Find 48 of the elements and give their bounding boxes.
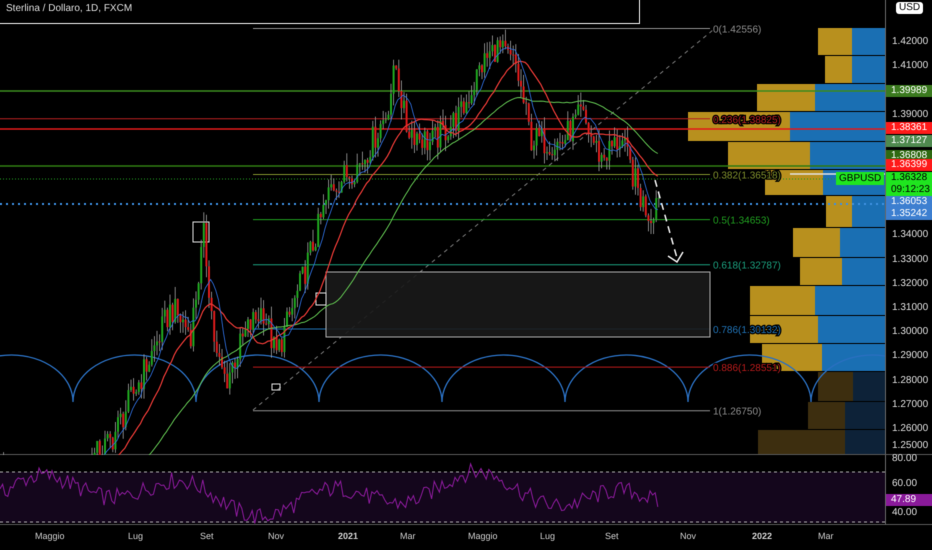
time-axis-label: Mar bbox=[818, 531, 834, 541]
time-axis-label: 2021 bbox=[338, 531, 358, 541]
price-tick-label: 1.34000 bbox=[892, 229, 928, 242]
price-tick-label: 1.39000 bbox=[892, 108, 928, 121]
time-axis-label: Lug bbox=[128, 531, 144, 541]
price-tick-label: 1.25000 bbox=[892, 440, 928, 452]
fib-level-label: 0.236(1.38825) bbox=[713, 114, 781, 126]
price-tick-label: 1.41000 bbox=[892, 60, 928, 72]
price-tick-label: 1.42000 bbox=[892, 36, 928, 48]
bar-countdown: 09:12:23 bbox=[891, 184, 931, 196]
marker-square bbox=[272, 384, 280, 390]
price-tick-label: 1.31000 bbox=[892, 302, 928, 314]
last-price: 1.36328 bbox=[891, 172, 928, 184]
price-tick-label: 1.27000 bbox=[892, 398, 928, 411]
rsi-tick-label: 40.00 bbox=[892, 506, 918, 519]
price-tag: 1.37127 bbox=[886, 135, 932, 147]
time-axis-label: Set bbox=[605, 531, 619, 541]
time-axis-label: Mar bbox=[400, 531, 416, 541]
marker-square bbox=[316, 292, 326, 306]
price-tag: 1.39989 bbox=[886, 85, 932, 97]
price-tag: 1.36053 bbox=[886, 196, 932, 208]
fib-level-label: 0.618(1.32787) bbox=[713, 260, 781, 272]
time-axis-label: Nov bbox=[268, 531, 284, 541]
rsi-tick-label: 80.00 bbox=[892, 453, 918, 465]
price-tick-label: 1.28000 bbox=[892, 374, 928, 387]
price-tick-label: 1.26000 bbox=[892, 422, 928, 435]
currency-label: USD bbox=[896, 2, 924, 14]
price-tag: 1.35242 bbox=[886, 208, 932, 220]
time-axis-label: Nov bbox=[680, 531, 696, 541]
rsi-value-tag: 47.89 bbox=[886, 494, 932, 506]
marker-square bbox=[192, 222, 210, 242]
price-tick-label: 1.30000 bbox=[892, 326, 928, 338]
price-tag: 1.38361 bbox=[886, 122, 932, 134]
price-tick-label: 1.29000 bbox=[892, 350, 928, 362]
price-tag: 1.36399 bbox=[886, 159, 932, 171]
time-axis-label: Maggio bbox=[468, 531, 498, 541]
symbol-tag: GBPUSD bbox=[836, 172, 884, 185]
fib-level-label: 1(1.26750) bbox=[713, 406, 762, 418]
time-axis-label: 2022 bbox=[752, 531, 772, 541]
chart-title: Sterlina / Dollaro, 1D, FXCM bbox=[0, 0, 640, 24]
fib-level-label: 0.5(1.34653) bbox=[713, 216, 770, 227]
time-axis-label: Maggio bbox=[35, 531, 65, 541]
fib-level-label: 0(1.42556) bbox=[713, 24, 762, 36]
price-tick-label: 1.33000 bbox=[892, 254, 928, 266]
rsi-tick-label: 60.00 bbox=[892, 478, 918, 490]
time-axis-label: Set bbox=[200, 531, 214, 541]
price-tick-label: 1.32000 bbox=[892, 278, 928, 290]
time-axis-label: Lug bbox=[540, 531, 556, 541]
